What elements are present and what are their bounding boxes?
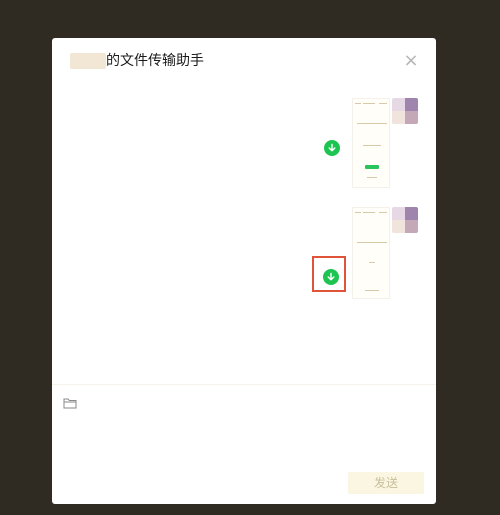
composer: 发送 (52, 384, 436, 504)
close-icon[interactable]: × (402, 52, 420, 70)
download-icon[interactable] (324, 140, 340, 156)
chat-area (52, 84, 436, 384)
download-icon[interactable] (323, 269, 339, 285)
message-input[interactable] (66, 421, 422, 469)
file-transfer-dialog: 的文件传输助手 × 发送 (52, 38, 436, 504)
file-message (312, 207, 422, 347)
dialog-header: 的文件传输助手 × (52, 38, 436, 84)
avatar[interactable] (392, 207, 418, 233)
send-button[interactable]: 发送 (348, 472, 424, 494)
avatar[interactable] (392, 98, 418, 124)
title-wrap: 的文件传输助手 (70, 52, 204, 70)
download-arrow-icon (327, 272, 335, 281)
file-thumbnail[interactable] (352, 207, 390, 299)
file-thumbnail[interactable] (352, 98, 390, 188)
dialog-title: 的文件传输助手 (106, 53, 204, 69)
download-arrow-icon (328, 143, 336, 152)
folder-icon[interactable] (63, 397, 77, 409)
file-message (322, 98, 422, 198)
redacted-name (70, 53, 106, 69)
